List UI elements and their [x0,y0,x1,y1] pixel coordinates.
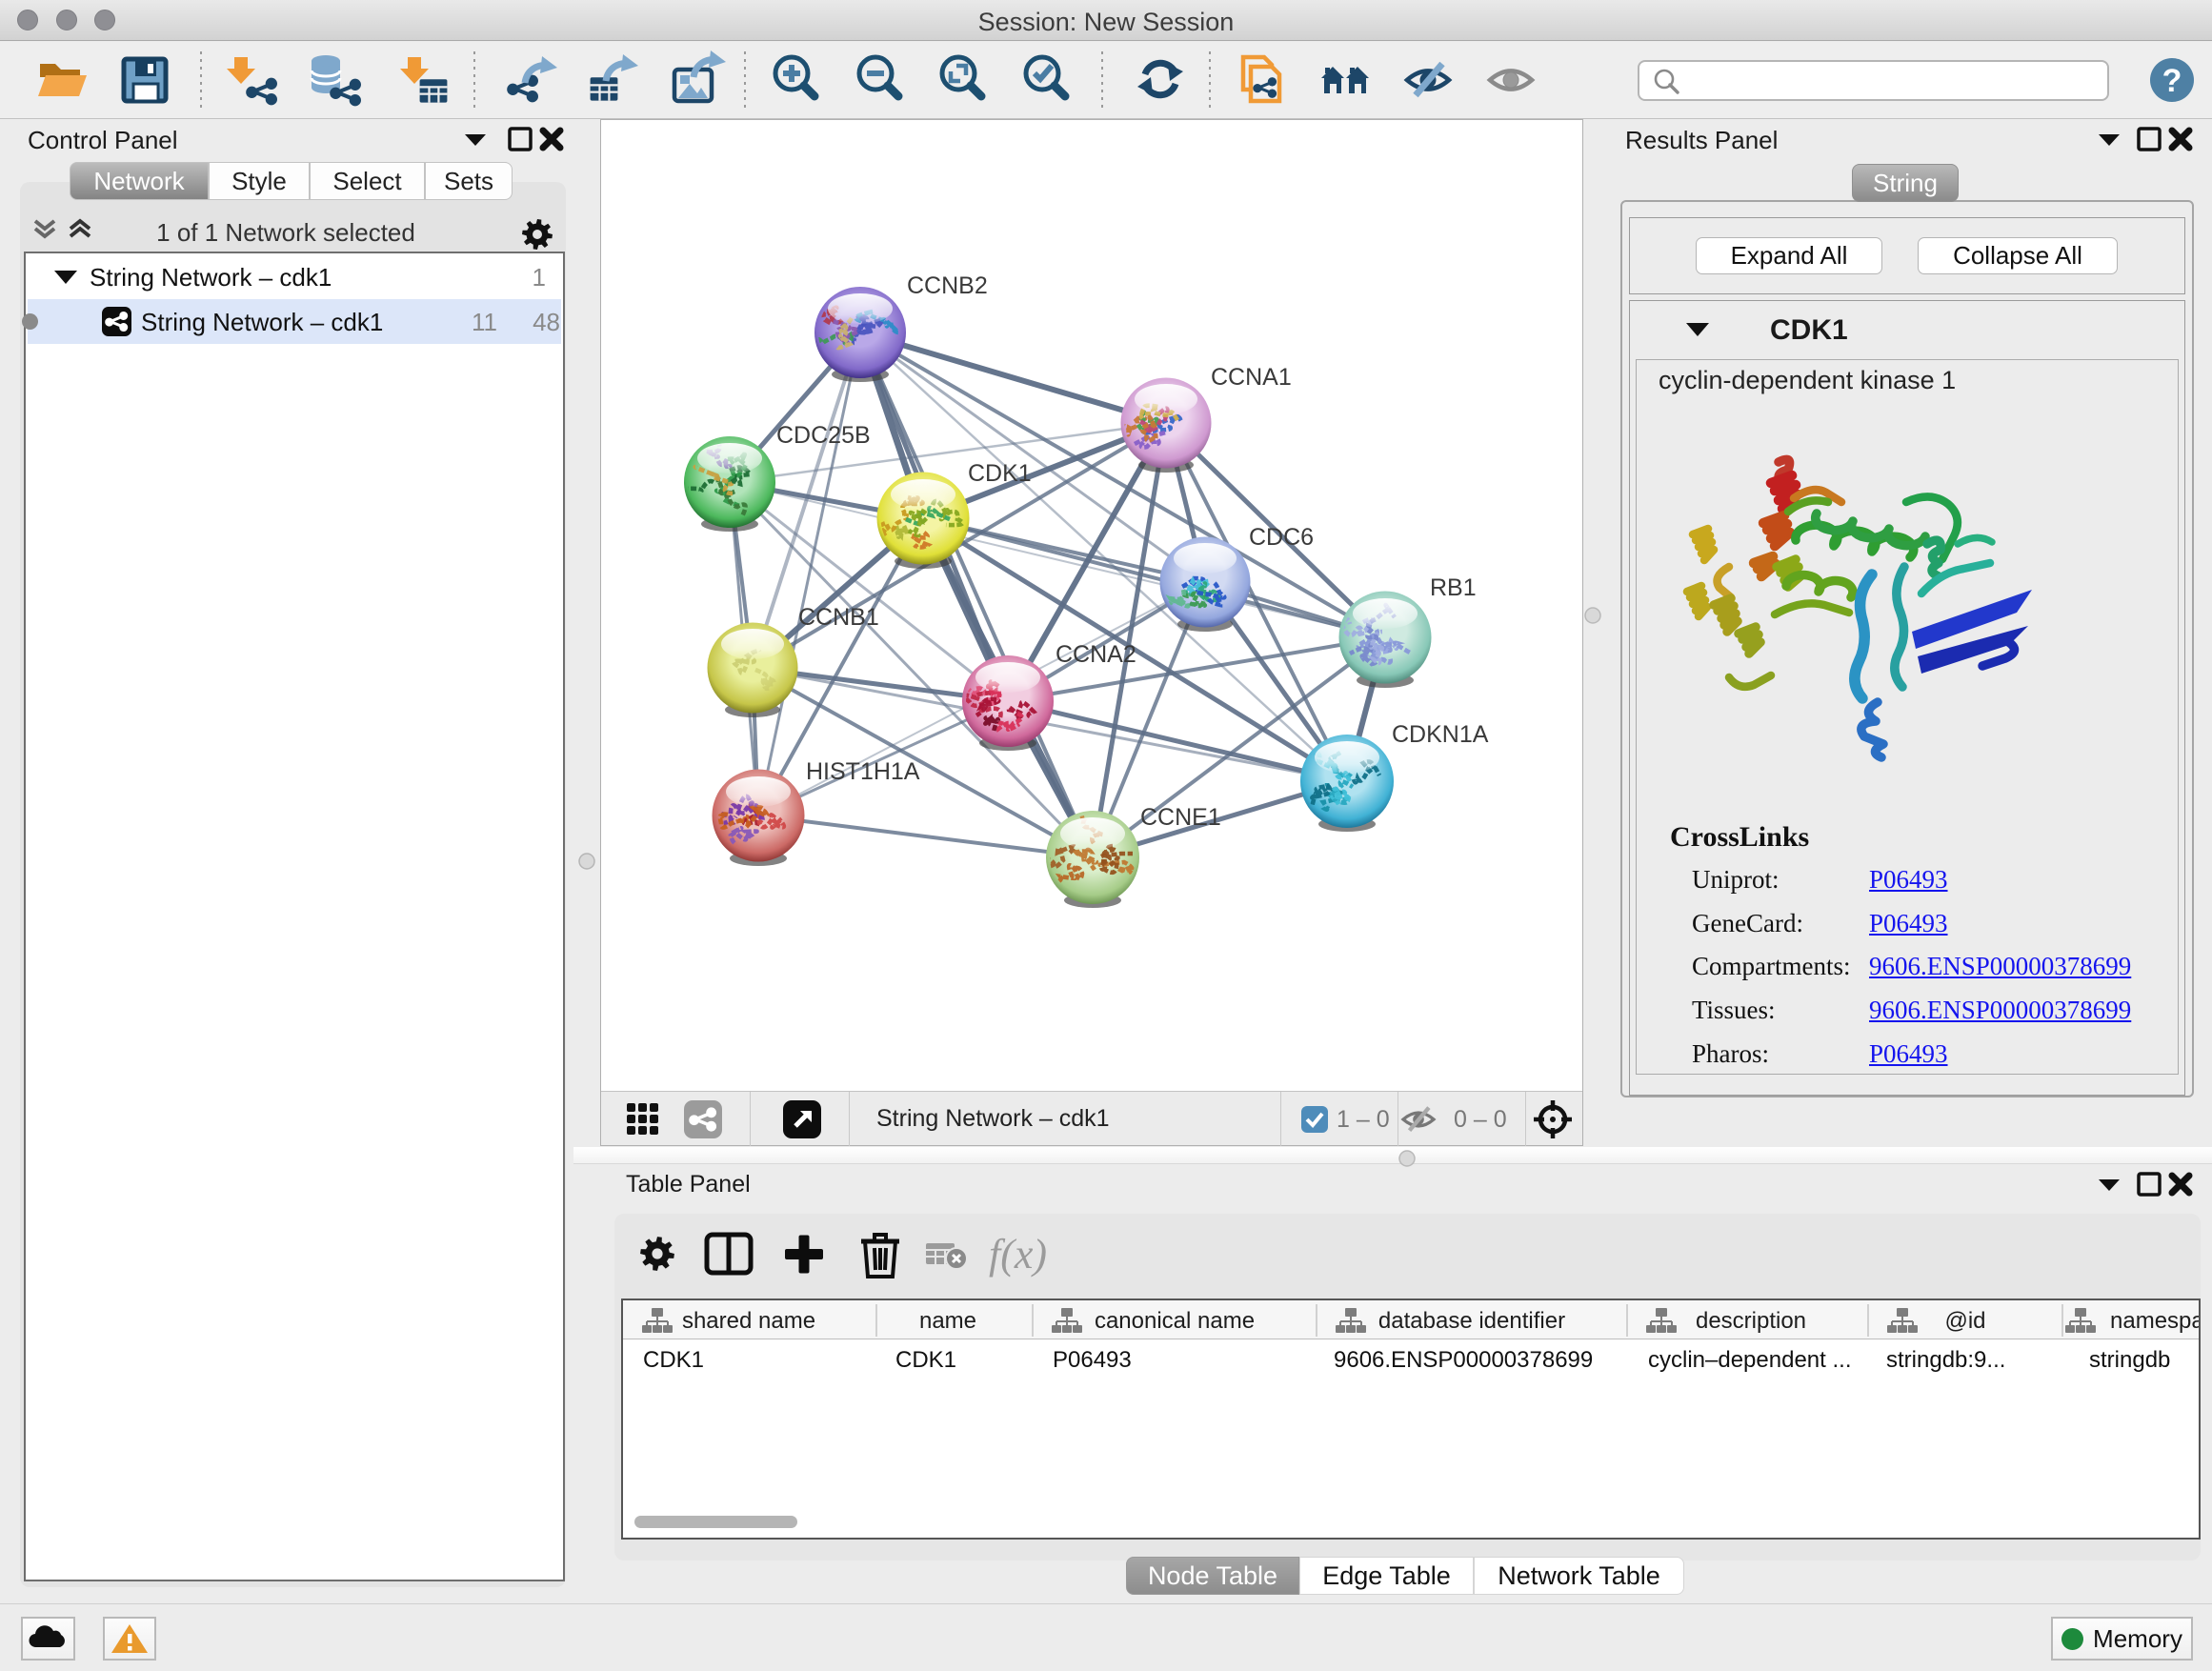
svg-text:CDK1: CDK1 [968,460,1032,487]
svg-text:@id: @id [1944,1308,1985,1334]
svg-text:CDC25B: CDC25B [776,422,871,449]
svg-text:shared name: shared name [682,1308,815,1334]
svg-text:CCNA1: CCNA1 [1211,364,1292,391]
svg-text:name: name [919,1308,976,1334]
svg-text:?: ? [2162,63,2182,99]
svg-text:CDK1: CDK1 [895,1347,956,1373]
svg-text:description: description [1696,1308,1806,1334]
svg-text:stringdb:9...: stringdb:9... [1886,1347,2005,1373]
svg-text:P06493: P06493 [1053,1347,1132,1373]
svg-text:CCNB1: CCNB1 [798,604,879,631]
svg-text:CCNE1: CCNE1 [1140,804,1221,831]
svg-text:canonical name: canonical name [1095,1308,1255,1334]
svg-text:HIST1H1A: HIST1H1A [806,758,920,785]
svg-text:CDK1: CDK1 [643,1347,704,1373]
svg-text:cyclin–dependent ...: cyclin–dependent ... [1648,1347,1851,1373]
svg-text:stringdb: stringdb [2089,1347,2170,1373]
svg-text:namespac: namespac [2110,1308,2199,1334]
svg-text:f(x): f(x) [989,1231,1047,1278]
svg-text:database identifier: database identifier [1378,1308,1565,1334]
svg-text:CDC6: CDC6 [1249,524,1314,551]
svg-text:9606.ENSP00000378699: 9606.ENSP00000378699 [1334,1347,1593,1373]
svg-text:CCNA2: CCNA2 [1056,641,1136,668]
svg-text:CCNB2: CCNB2 [907,272,988,299]
svg-text:RB1: RB1 [1430,574,1477,601]
svg-text:CDKN1A: CDKN1A [1392,721,1489,748]
